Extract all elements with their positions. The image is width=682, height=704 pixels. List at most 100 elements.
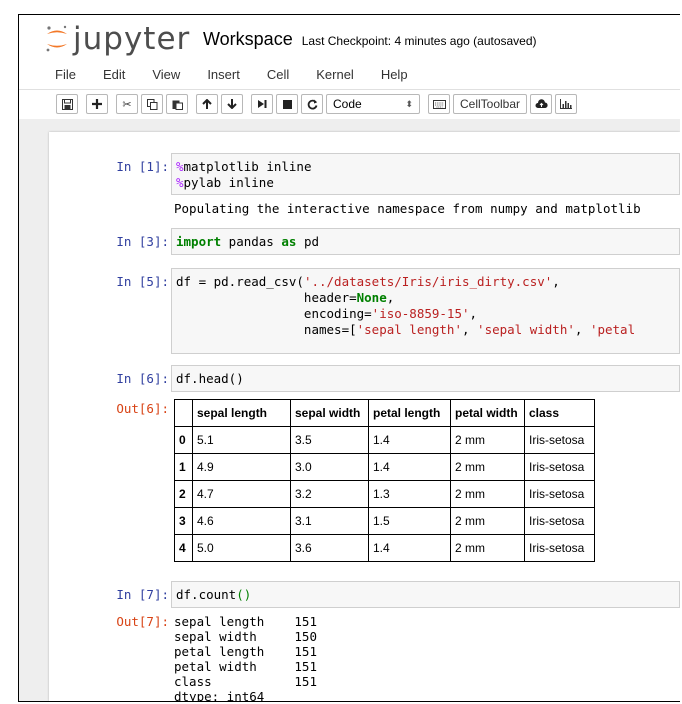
code-paren: () xyxy=(236,587,252,602)
dataframe-table: sepal length sepal width petal length pe… xyxy=(174,399,595,562)
notebook-page: In [1]: %matplotlib inline %pylab inline… xyxy=(49,132,680,701)
code-input[interactable]: df.count() xyxy=(171,581,680,608)
chart-button[interactable] xyxy=(555,94,578,114)
jupyter-logo[interactable]: jupyter xyxy=(45,21,190,57)
table-row: 2 4.7 3.2 1.3 2 mm Iris-setosa xyxy=(174,480,595,508)
column-header: class xyxy=(524,399,595,427)
table-cell: 1.4 xyxy=(368,534,451,562)
move-down-button[interactable] xyxy=(221,94,243,114)
input-prompt: In [3]: xyxy=(116,234,169,249)
plus-icon xyxy=(92,99,102,109)
table-cell: 5.0 xyxy=(192,534,291,562)
output-prompt: Out[6]: xyxy=(116,401,169,416)
cell-output: sepal length 151 sepal width 150 petal l… xyxy=(174,614,317,702)
menu-file[interactable]: File xyxy=(55,67,76,82)
celltoolbar-button[interactable]: CellToolbar xyxy=(453,94,528,114)
menu-view[interactable]: View xyxy=(152,67,180,82)
table-row: 4 5.0 3.6 1.4 2 mm Iris-setosa xyxy=(174,534,595,562)
table-cell: 3.5 xyxy=(290,426,369,454)
keyboard-icon xyxy=(432,99,446,109)
table-row: 3 4.6 3.1 1.5 2 mm Iris-setosa xyxy=(174,507,595,535)
menubar: File Edit View Insert Cell Kernel Help xyxy=(19,59,680,90)
table-cell: 1.5 xyxy=(368,507,451,535)
string-literal: 'iso-8859-15' xyxy=(371,306,470,321)
move-up-button[interactable] xyxy=(196,94,218,114)
table-row: 1 4.9 3.0 1.4 2 mm Iris-setosa xyxy=(174,453,595,481)
code-text: df = pd.read_csv( xyxy=(176,274,304,289)
code-text: , xyxy=(552,274,560,289)
interrupt-kernel-button[interactable] xyxy=(276,94,298,114)
input-prompt: In [1]: xyxy=(116,159,169,174)
table-cell: 1.4 xyxy=(368,426,451,454)
table-cell: 2 mm xyxy=(450,534,525,562)
table-cell: 3.1 xyxy=(290,507,369,535)
code-text: pd xyxy=(296,234,320,249)
menu-edit[interactable]: Edit xyxy=(103,67,125,82)
row-index: 4 xyxy=(174,534,193,562)
upload-button[interactable] xyxy=(530,94,553,114)
row-index: 1 xyxy=(174,453,193,481)
notebook-title[interactable]: Workspace Last Checkpoint: 4 minutes ago… xyxy=(203,29,537,50)
menu-insert[interactable]: Insert xyxy=(207,67,240,82)
column-header xyxy=(174,399,193,427)
table-cell: 3.2 xyxy=(290,480,369,508)
save-button[interactable] xyxy=(56,94,78,114)
input-prompt: In [5]: xyxy=(116,274,169,289)
table-cell: Iris-setosa xyxy=(524,426,595,454)
bar-chart-icon xyxy=(560,99,573,109)
command-palette-button[interactable] xyxy=(428,94,450,114)
row-index: 3 xyxy=(174,507,193,535)
code-input[interactable]: df = pd.read_csv('../datasets/Iris/iris_… xyxy=(171,268,680,354)
table-cell: Iris-setosa xyxy=(524,507,595,535)
notebook-window: jupyter Workspace Last Checkpoint: 4 min… xyxy=(18,14,680,702)
code-input[interactable]: df.head() xyxy=(171,365,680,392)
menu-help[interactable]: Help xyxy=(381,67,408,82)
checkpoint-status: Last Checkpoint: 4 minutes ago (autosave… xyxy=(301,34,537,48)
logo-text: jupyter xyxy=(73,21,191,57)
row-index: 2 xyxy=(174,480,193,508)
arrow-down-icon xyxy=(227,99,237,109)
restart-kernel-button[interactable] xyxy=(301,94,323,114)
string-literal: 'sepal width' xyxy=(477,322,575,337)
string-literal: 'petal xyxy=(589,322,636,337)
notebook-name[interactable]: Workspace xyxy=(203,29,293,49)
stop-icon xyxy=(282,99,292,109)
copy-icon xyxy=(146,98,157,110)
cell-type-select[interactable]: Code ⬍ xyxy=(326,94,420,114)
copy-button[interactable] xyxy=(141,94,163,114)
magic-symbol: % xyxy=(176,159,184,174)
keyword: import xyxy=(176,234,222,249)
table-cell: 4.9 xyxy=(192,453,291,481)
cell-type-value: Code xyxy=(333,97,362,111)
input-prompt: In [6]: xyxy=(116,371,169,386)
code-text: names=[ xyxy=(176,322,357,337)
paste-icon xyxy=(172,100,183,110)
code-text: pandas xyxy=(221,234,282,249)
table-row: 0 5.1 3.5 1.4 2 mm Iris-setosa xyxy=(174,426,595,454)
code-input[interactable]: %matplotlib inline %pylab inline xyxy=(171,153,680,195)
code-input[interactable]: import pandas as pd xyxy=(171,228,680,255)
run-cell-button[interactable] xyxy=(251,94,273,114)
jupyter-logo-icon xyxy=(46,25,67,52)
string-literal: '../datasets/Iris/iris_dirty.csv' xyxy=(303,274,553,289)
table-cell: 5.1 xyxy=(192,426,291,454)
code-text: df.count xyxy=(176,587,237,602)
paste-button[interactable] xyxy=(166,94,188,114)
code-text: header= xyxy=(176,290,357,305)
table-cell: 3.0 xyxy=(290,453,369,481)
menu-cell[interactable]: Cell xyxy=(267,67,289,82)
insert-cell-button[interactable] xyxy=(86,94,108,114)
table-cell: 2 mm xyxy=(450,426,525,454)
table-cell: 1.3 xyxy=(368,480,451,508)
table-cell: 2 mm xyxy=(450,480,525,508)
toolbar: ✂ Code ⬍ CellToolbar xyxy=(19,89,680,120)
code-text: encoding= xyxy=(176,306,372,321)
cut-button[interactable]: ✂ xyxy=(116,94,138,114)
menu-kernel[interactable]: Kernel xyxy=(316,67,354,82)
cell-output: Populating the interactive namespace fro… xyxy=(174,201,641,216)
code-text: pylab inline xyxy=(183,175,274,190)
table-cell: Iris-setosa xyxy=(524,453,595,481)
code-text: , xyxy=(461,322,478,337)
keyword: None xyxy=(356,290,387,305)
string-literal: 'sepal length' xyxy=(356,322,462,337)
